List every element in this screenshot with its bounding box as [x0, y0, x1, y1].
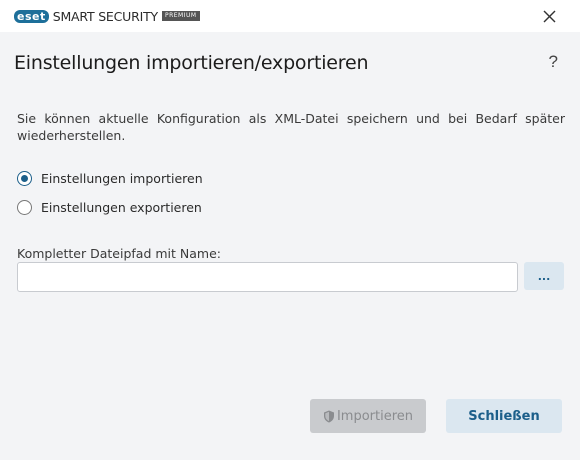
title-bar: eset SMART SECURITY PREMIUM	[0, 0, 580, 32]
description-text: Sie können aktuelle Konfiguration als XM…	[17, 111, 565, 143]
logo-tier-badge: PREMIUM	[161, 11, 200, 21]
import-button[interactable]: Importieren	[310, 399, 426, 433]
eset-logo: eset SMART SECURITY PREMIUM	[14, 8, 200, 24]
logo-brand: eset	[14, 9, 49, 23]
radio-import-label: Einstellungen importieren	[41, 171, 203, 186]
radio-button-checked[interactable]	[17, 171, 32, 186]
shield-icon	[323, 410, 334, 422]
help-button[interactable]: ?	[549, 52, 558, 72]
radio-import-settings[interactable]: Einstellungen importieren	[17, 171, 203, 186]
file-path-input[interactable]	[17, 262, 518, 292]
import-button-label: Importieren	[336, 408, 414, 424]
file-path-label: Kompletter Dateipfad mit Name:	[17, 246, 221, 261]
radio-export-label: Einstellungen exportieren	[41, 200, 202, 215]
close-button[interactable]: Schließen	[446, 399, 562, 433]
radio-button-unchecked[interactable]	[17, 200, 32, 215]
browse-button[interactable]: ...	[524, 262, 564, 290]
dialog-title: Einstellungen importieren/exportieren	[14, 52, 369, 74]
radio-export-settings[interactable]: Einstellungen exportieren	[17, 200, 202, 215]
close-icon	[543, 10, 555, 22]
close-window-button[interactable]	[540, 7, 558, 25]
logo-product: SMART SECURITY	[52, 8, 158, 24]
